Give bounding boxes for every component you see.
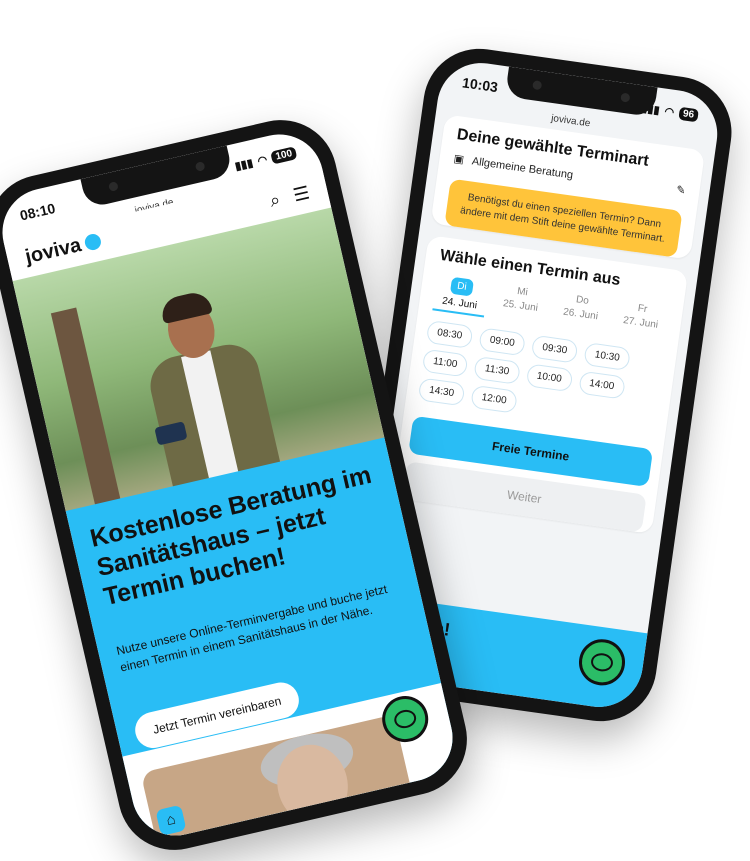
day-date: 25. Juni [502, 298, 539, 314]
signal-icon: ▮▮▮ [233, 156, 255, 173]
camera-dot [107, 181, 119, 193]
time-slot[interactable]: 08:30 [425, 319, 474, 349]
time-slot[interactable]: 09:30 [530, 334, 579, 364]
search-icon[interactable]: ⌕ [268, 189, 283, 212]
day-tab-friday[interactable]: Fr 27. Juni [613, 300, 670, 343]
time-slot[interactable]: 12:00 [470, 384, 519, 414]
homepage-screen: 08:10 ▮▮▮ ◠ 100 joviva.de joviva ⌕ ☰ [0, 125, 462, 845]
time-slot[interactable]: 14:30 [417, 377, 466, 407]
time-slot[interactable]: 10:30 [583, 342, 632, 372]
time-slot[interactable]: 10:00 [525, 363, 574, 393]
camera-dot [532, 80, 543, 91]
calendar-icon: ▣ [452, 152, 465, 167]
wifi-icon: ◠ [663, 105, 675, 119]
time-slot[interactable]: 11:30 [473, 355, 521, 385]
time-slot[interactable]: 09:00 [478, 327, 527, 357]
battery-level: 96 [678, 106, 699, 122]
day-name: Di [450, 276, 474, 297]
chat-bubble-icon [392, 707, 418, 731]
camera-dot [194, 161, 206, 172]
battery-level: 100 [270, 145, 298, 164]
edit-icon[interactable]: ✎ [675, 183, 686, 197]
logo-text: joviva [23, 233, 84, 268]
day-date: 26. Juni [562, 306, 599, 323]
selected-type-card: Deine gewählte Terminart ▣ Allgemeine Be… [430, 114, 706, 260]
camera-dot [620, 92, 631, 103]
menu-icon[interactable]: ☰ [291, 182, 311, 206]
wifi-icon: ◠ [256, 153, 269, 168]
time-slot[interactable]: 11:00 [421, 348, 469, 378]
status-time: 08:10 [18, 199, 57, 224]
chat-bubble-icon [589, 651, 615, 673]
day-tab-thursday[interactable]: Do 26. Juni [552, 292, 609, 335]
picker-card: Wähle einen Termin aus Di 24. Juni Mi 25… [391, 235, 689, 534]
day-tab-tuesday[interactable]: Di 24. Juni [432, 275, 489, 318]
day-tab-wednesday[interactable]: Mi 25. Juni [492, 283, 549, 326]
logo-smile-icon [83, 232, 103, 252]
status-time: 10:03 [461, 74, 499, 96]
time-slot[interactable]: 14:00 [577, 370, 626, 400]
day-date: 27. Juni [622, 315, 659, 331]
